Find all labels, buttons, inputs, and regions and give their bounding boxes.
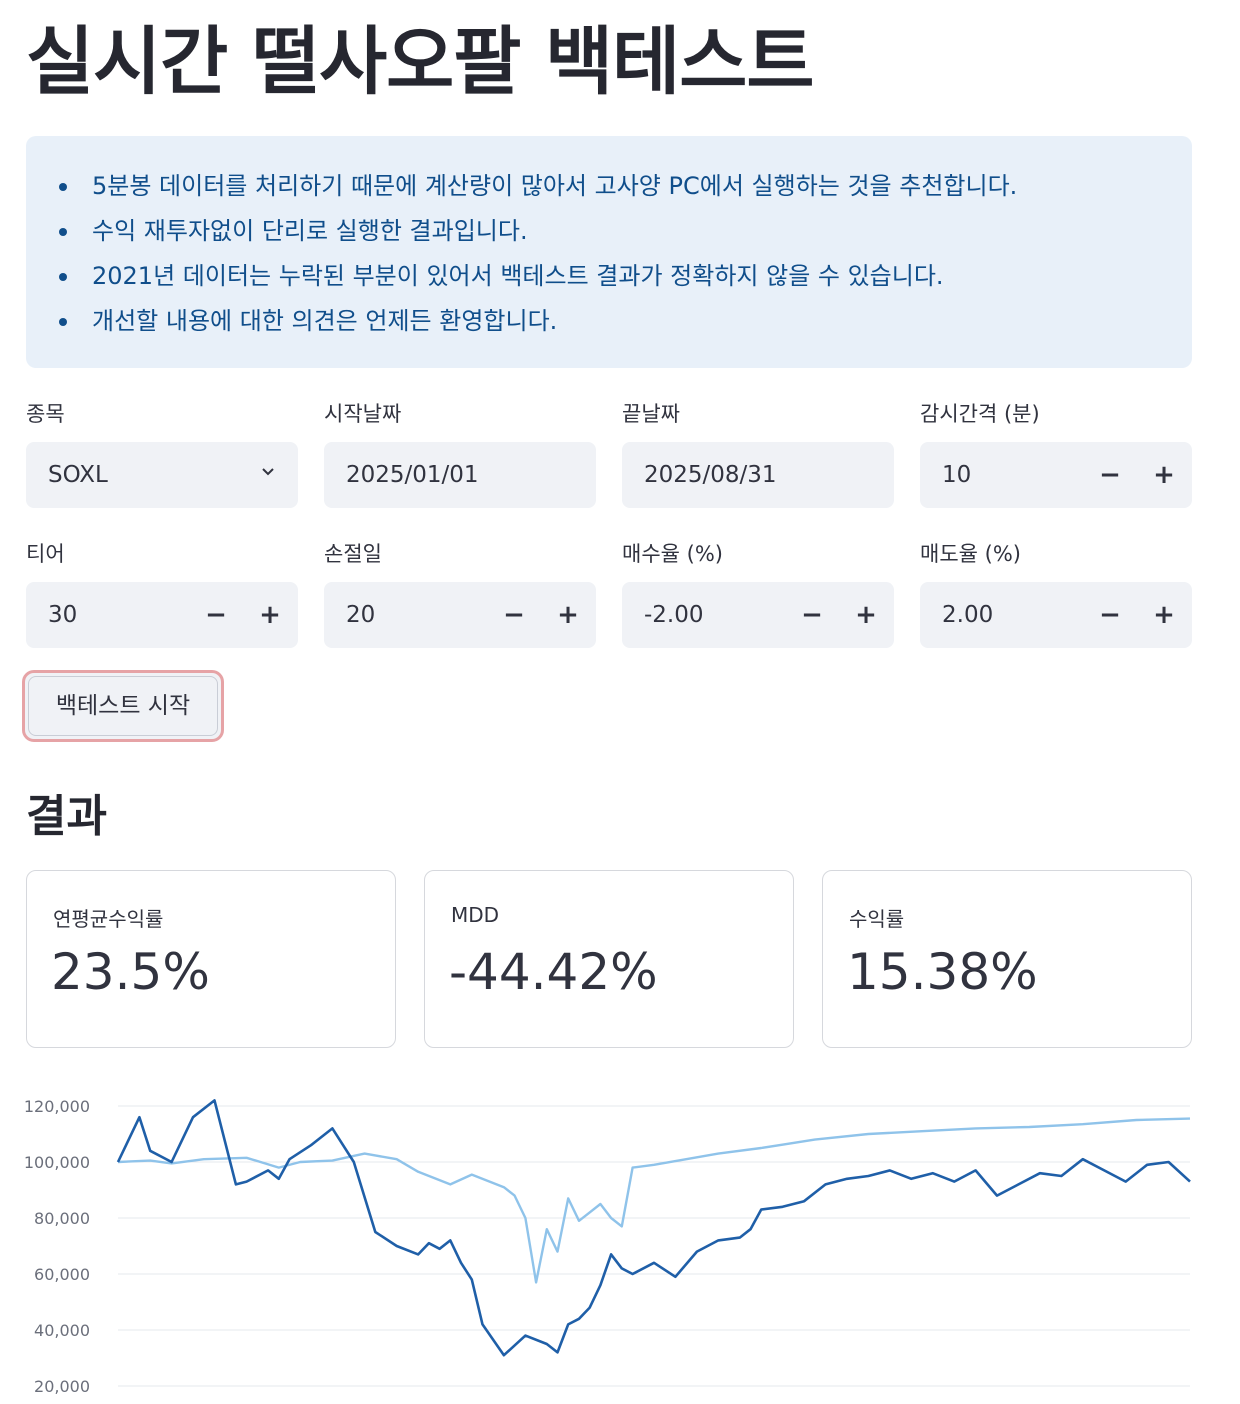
interval-decrement-button[interactable]: − (1090, 442, 1130, 508)
info-callout: 5분봉 데이터를 처리하기 때문에 계산량이 많아서 고사양 PC에서 실행하는… (26, 136, 1192, 368)
metric-value: -44.42% (449, 943, 658, 1001)
tiers-stepper[interactable]: 30 − + (26, 582, 298, 648)
page-title: 실시간 떨사오팔 백테스트 (26, 19, 814, 105)
stop-days-label: 손절일 (324, 542, 382, 566)
results-title: 결과 (26, 791, 107, 842)
end-date-value: 2025/08/31 (644, 462, 777, 488)
sell-rate-label: 매도율 (%) (920, 542, 1021, 566)
y-tick-label: 120,000 (24, 1097, 90, 1116)
interval-stepper[interactable]: 10 − + (920, 442, 1192, 508)
ticker-value: SOXL (48, 462, 108, 488)
tiers-value[interactable]: 30 (48, 582, 77, 648)
info-item: 2021년 데이터는 누락된 부분이 있어서 백테스트 결과가 정확하지 않을 … (59, 254, 1192, 299)
end-date-input[interactable]: 2025/08/31 (622, 442, 894, 508)
y-tick-label: 60,000 (34, 1265, 90, 1284)
info-item: 개선할 내용에 대한 의견은 언제든 환영합니다. (59, 299, 1192, 344)
metric-value: 23.5% (51, 943, 210, 1001)
end-date-label: 끝날짜 (622, 402, 680, 426)
sell-rate-value[interactable]: 2.00 (942, 582, 993, 648)
run-backtest-button[interactable]: 백테스트 시작 (22, 670, 224, 742)
buy-rate-value[interactable]: -2.00 (644, 582, 704, 648)
info-item: 수익 재투자없이 단리로 실행한 결과입니다. (59, 209, 1192, 254)
y-tick-label: 80,000 (34, 1209, 90, 1228)
metric-value: 15.38% (847, 943, 1038, 1001)
metric-card-cagr: 연평균수익률 23.5% (26, 870, 396, 1048)
stop-days-increment-button[interactable]: + (548, 582, 588, 648)
buy-rate-stepper[interactable]: -2.00 − + (622, 582, 894, 648)
interval-label: 감시간격 (분) (920, 402, 1040, 426)
chevron-down-icon (262, 468, 274, 476)
series-line-1 (116, 1099, 1191, 1357)
buy-rate-decrement-button[interactable]: − (792, 582, 832, 648)
series-line-0 (117, 1117, 1191, 1284)
y-tick-label: 40,000 (34, 1321, 90, 1340)
run-backtest-label[interactable]: 백테스트 시작 (28, 676, 218, 736)
metric-card-mdd: MDD -44.42% (424, 870, 794, 1048)
interval-increment-button[interactable]: + (1144, 442, 1184, 508)
ticker-label: 종목 (26, 402, 65, 426)
info-list: 5분봉 데이터를 처리하기 때문에 계산량이 많아서 고사양 PC에서 실행하는… (26, 136, 1192, 344)
sell-rate-decrement-button[interactable]: − (1090, 582, 1130, 648)
tiers-label: 티어 (26, 542, 65, 566)
metric-label: MDD (451, 903, 500, 927)
start-date-input[interactable]: 2025/01/01 (324, 442, 596, 508)
sell-rate-stepper[interactable]: 2.00 − + (920, 582, 1192, 648)
sell-rate-increment-button[interactable]: + (1144, 582, 1184, 648)
stop-days-stepper[interactable]: 20 − + (324, 582, 596, 648)
interval-value[interactable]: 10 (942, 442, 971, 508)
buy-rate-label: 매수율 (%) (622, 542, 723, 566)
start-date-value: 2025/01/01 (346, 462, 479, 488)
stop-days-value[interactable]: 20 (346, 582, 375, 648)
y-tick-label: 100,000 (24, 1153, 90, 1172)
metric-label: 수익률 (849, 907, 905, 931)
metric-label: 연평균수익률 (53, 907, 164, 931)
ticker-select[interactable]: SOXL (26, 442, 298, 508)
stop-days-decrement-button[interactable]: − (494, 582, 534, 648)
tiers-decrement-button[interactable]: − (196, 582, 236, 648)
equity-line-chart: 120,000 100,000 80,000 60,000 40,000 20,000 (24, 1097, 1191, 1396)
y-tick-label: 20,000 (34, 1377, 90, 1396)
metric-card-return: 수익률 15.38% (822, 870, 1192, 1048)
info-item: 5분봉 데이터를 처리하기 때문에 계산량이 많아서 고사양 PC에서 실행하는… (59, 164, 1192, 209)
start-date-label: 시작날짜 (324, 402, 402, 426)
tiers-increment-button[interactable]: + (250, 582, 290, 648)
buy-rate-increment-button[interactable]: + (846, 582, 886, 648)
